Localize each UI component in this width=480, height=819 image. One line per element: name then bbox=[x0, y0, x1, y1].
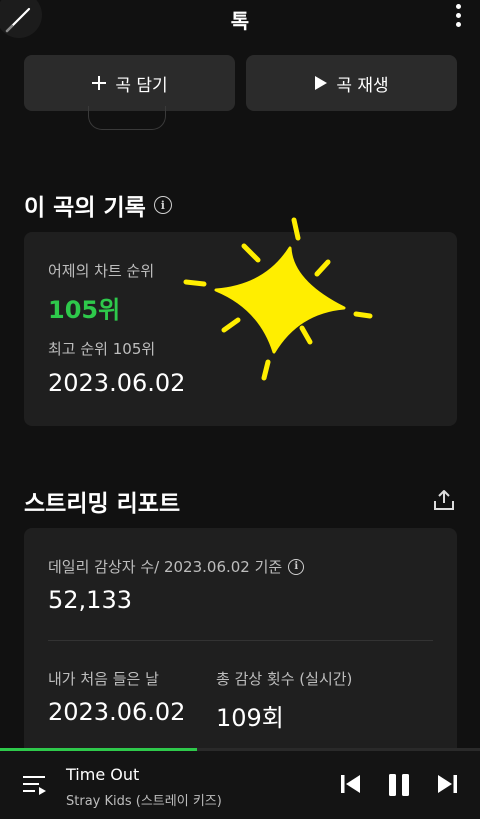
play-song-label: 곡 재생 bbox=[336, 75, 389, 96]
report-section-title: 스트리밍 리포트 bbox=[24, 491, 181, 517]
daily-listeners-label: 데일리 감상자 수/ 2023.06.02 기준 bbox=[48, 558, 283, 576]
collapsed-handle[interactable] bbox=[88, 106, 166, 130]
track-title[interactable]: Time Out bbox=[66, 765, 139, 784]
info-icon[interactable]: i bbox=[153, 196, 172, 214]
history-title-text: 이 곡의 기록 bbox=[24, 195, 146, 221]
top-bar: 톡 bbox=[0, 0, 480, 38]
total-plays-label: 총 감상 횟수 (실시간) bbox=[216, 670, 353, 688]
report-card: 데일리 감상자 수/ 2023.06.02 기준 i 52,133 내가 처음 … bbox=[24, 528, 457, 768]
history-section-title: 이 곡의 기록 i bbox=[24, 188, 172, 222]
previous-icon[interactable] bbox=[340, 773, 362, 795]
add-song-label: 곡 담기 bbox=[115, 75, 168, 96]
daily-listeners-label-row: 데일리 감상자 수/ 2023.06.02 기준 i bbox=[48, 556, 305, 577]
sparkle-sticker bbox=[183, 217, 373, 381]
total-plays-value: 109회 bbox=[216, 704, 284, 732]
play-song-button[interactable]: 곡 재생 bbox=[246, 55, 457, 111]
mini-player[interactable]: Time Out Stray Kids (스트레이 키즈) bbox=[0, 751, 480, 819]
more-vertical-icon[interactable] bbox=[456, 4, 462, 30]
plus-icon bbox=[92, 76, 107, 90]
add-song-button[interactable]: 곡 담기 bbox=[24, 55, 235, 111]
first-listen-value: 2023.06.02 bbox=[48, 698, 186, 726]
first-listen-label: 내가 처음 들은 날 bbox=[48, 670, 159, 688]
track-artist[interactable]: Stray Kids (스트레이 키즈) bbox=[66, 790, 222, 809]
play-icon bbox=[315, 76, 328, 90]
yesterday-rank-label: 어제의 차트 순위 bbox=[48, 262, 155, 280]
best-rank-label: 최고 순위 105위 bbox=[48, 340, 156, 358]
page-title: 톡 bbox=[230, 9, 250, 33]
info-icon[interactable]: i bbox=[288, 558, 305, 575]
next-icon[interactable] bbox=[436, 773, 458, 795]
pause-icon[interactable] bbox=[387, 773, 411, 797]
yesterday-rank-value: 105위 bbox=[48, 296, 121, 324]
share-icon[interactable] bbox=[432, 488, 456, 512]
queue-icon[interactable] bbox=[22, 773, 48, 797]
best-rank-date: 2023.06.02 bbox=[48, 369, 186, 397]
divider bbox=[48, 640, 433, 641]
daily-listeners-value: 52,133 bbox=[48, 586, 132, 614]
